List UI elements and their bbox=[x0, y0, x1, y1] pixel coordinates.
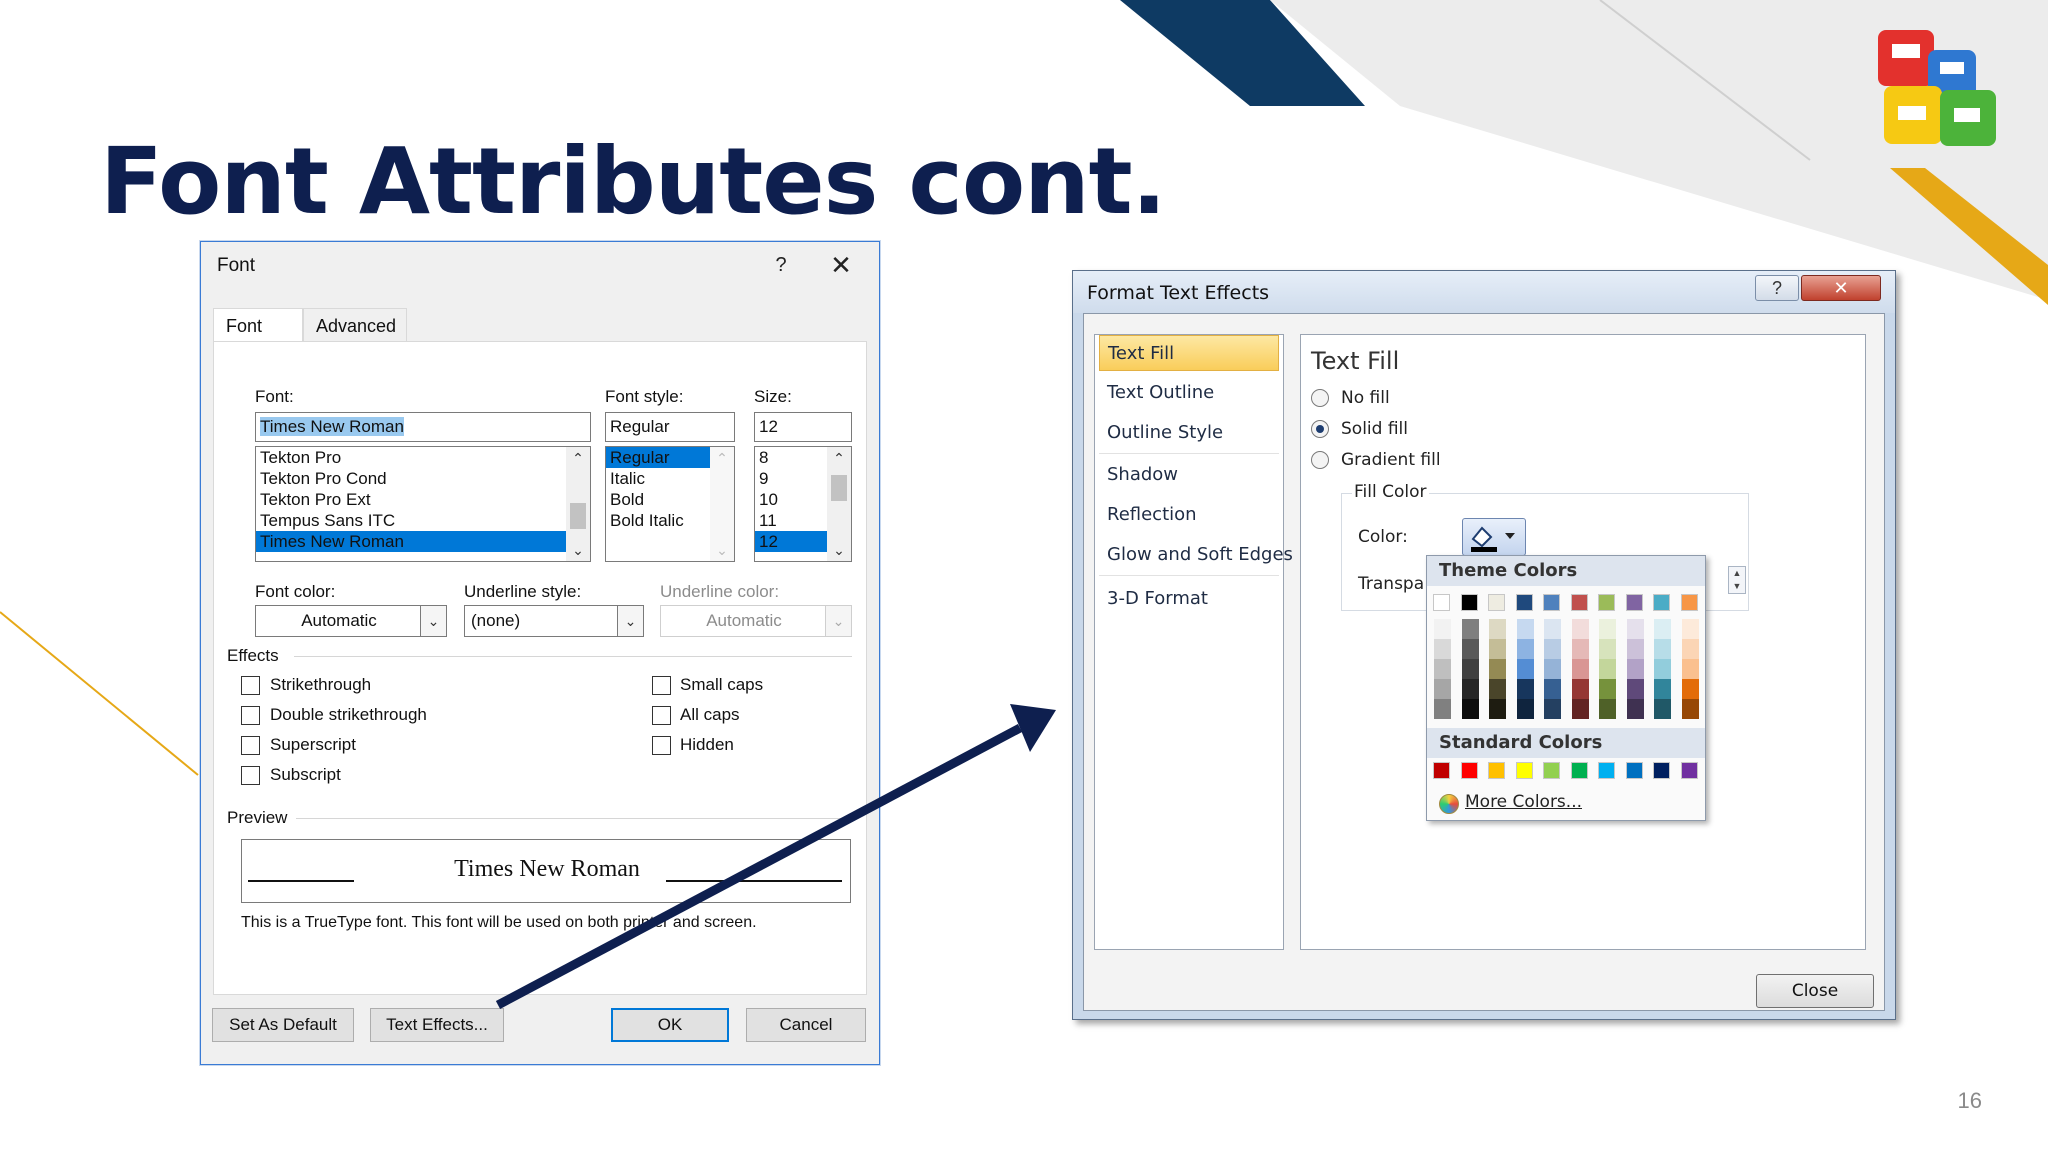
page-number: 16 bbox=[1957, 1088, 1982, 1113]
arrow-line bbox=[495, 724, 1023, 1009]
slide: Font Attributes cont. Font ? ✕ Font Adva… bbox=[0, 0, 2048, 1152]
pointer-arrow bbox=[495, 704, 1056, 1009]
